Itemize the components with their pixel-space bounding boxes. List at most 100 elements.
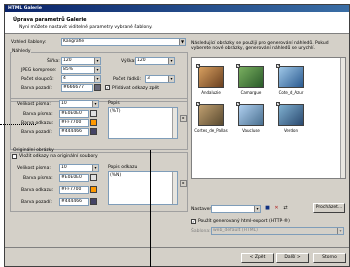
jpeg-input[interactable]: 85% ▾ [61, 66, 101, 74]
jpeg-label: JPEG komprese: [21, 68, 57, 73]
chevron-down-icon[interactable]: ▾ [94, 76, 100, 82]
thumbnail-checkbox[interactable]: ✓ [236, 64, 240, 68]
thumbnail-item[interactable]: ✓ Camargue [236, 64, 266, 95]
bg2-input[interactable]: #444466 [59, 128, 89, 136]
delete-icon[interactable]: ✕ [273, 205, 280, 212]
thumbnail-item[interactable]: ✓ Cote_d_Azur [276, 64, 306, 95]
thumbnail-caption: Cote_d_Azur [278, 90, 304, 95]
thumbnail-panel: Následující obrázky se použijí pro gener… [191, 41, 346, 235]
text2-label: Popis odkazu [108, 165, 138, 170]
height-label: Výška: [121, 59, 136, 64]
thumbnail-caption: Cortes_de_Pallas [194, 128, 228, 133]
export-label: Šablona: [191, 229, 211, 234]
chevron-down-icon[interactable]: ▾ [94, 67, 100, 73]
header-title: Úprava parametrů Galerie [13, 17, 87, 23]
scrollbar[interactable] [172, 172, 177, 204]
cols-input[interactable]: 4 ▾ [61, 75, 101, 83]
chevron-down-icon[interactable]: ▾ [92, 101, 98, 107]
chevron-down-icon[interactable]: ▼ [179, 39, 185, 45]
cancel-button[interactable]: Storno [313, 253, 346, 263]
thumbnail-checkbox[interactable]: ✓ [276, 64, 280, 68]
chevron-down-icon[interactable]: ▾ [254, 206, 260, 212]
link-textarea[interactable]: (%N) [108, 171, 178, 205]
text-label: Popis [108, 101, 120, 106]
show-link-label: Přidávat odkazy zpět [112, 86, 160, 91]
font-color-swatch[interactable] [90, 110, 97, 117]
insert-field-button-2[interactable]: ▸ [180, 180, 187, 187]
chevron-down-icon[interactable]: ▾ [168, 76, 174, 82]
thumbs-group-label: Náhledy [12, 49, 31, 54]
font-size2-input[interactable]: 10 ▾ [59, 164, 99, 172]
rows-input[interactable]: 3 ▾ [145, 75, 175, 83]
rows-label: Počet řádků: [113, 77, 142, 82]
scrollbar[interactable] [172, 108, 177, 138]
show-link-checkbox[interactable]: ✓ [105, 85, 110, 90]
orig-check-label: Vložit odkazy na originální soubory [19, 154, 98, 159]
callout-line [0, 124, 36, 125]
chevron-down-icon[interactable]: ▾ [94, 58, 100, 64]
thumbnail-checkbox[interactable]: ✓ [196, 64, 200, 68]
back-button[interactable]: < Zpět [241, 253, 274, 263]
save-select[interactable]: ▾ [211, 205, 261, 213]
link-color-swatch[interactable] [90, 119, 97, 126]
thumbnail-image [238, 104, 264, 126]
thumbnail-caption: Camargue [240, 90, 262, 95]
thumbnail-image [198, 66, 224, 88]
export-select[interactable]: web_default (HTML) ▾ [211, 227, 344, 235]
bg3-input[interactable]: #444466 [59, 198, 89, 206]
template-select[interactable]: Kaligrafie ▼ [61, 38, 186, 46]
thumbnail-caption: Verdon [284, 128, 298, 133]
height-input[interactable]: 120 ▾ [135, 57, 175, 65]
link-color2-label: Barva odkazu: [21, 188, 54, 193]
chevron-down-icon[interactable]: ▾ [168, 58, 174, 64]
thumbnail-item[interactable]: ✓ Andaluzie [196, 64, 226, 95]
thumbnail-checkbox[interactable]: ✓ [236, 102, 240, 106]
link-color2-swatch[interactable] [90, 186, 97, 193]
thumbnail-image [238, 66, 264, 88]
thumbnail-image [198, 104, 224, 126]
thumbnail-checkbox[interactable]: ✓ [196, 102, 200, 106]
thumbnail-info: Následující obrázky se použijí pro gener… [191, 41, 329, 51]
dialog-window: HTML Galerie Úprava parametrů Galerie Ny… [4, 4, 350, 267]
thumbnail-item[interactable]: ✓ Vaucluse [236, 102, 266, 133]
thumbnail-image [278, 104, 304, 126]
chevron-down-icon[interactable]: ▾ [337, 228, 343, 234]
thumbnail-image [278, 66, 304, 88]
font-size-label: Velikost písma: [17, 102, 51, 107]
template-label: Vzhled šablony: [11, 40, 47, 45]
bg-input[interactable]: #666677 [61, 84, 93, 92]
link-color2-input[interactable]: #FF7700 [59, 186, 89, 194]
bg3-swatch[interactable] [90, 198, 97, 205]
thumbnail-caption: Andaluzie [201, 90, 221, 95]
save-icon[interactable]: ■ [264, 205, 271, 212]
font-size-input[interactable]: 10 ▾ [59, 100, 99, 108]
scrollbar[interactable] [340, 58, 345, 178]
font-color2-swatch[interactable] [90, 174, 97, 181]
title-bar: HTML Galerie [5, 5, 349, 12]
width-input[interactable]: 120 ▾ [61, 57, 101, 65]
thumbnail-checkbox[interactable]: ✓ [276, 102, 280, 106]
font-color-input[interactable]: #E0E0E0 [59, 110, 89, 118]
generated-export-checkbox[interactable]: ✓ [191, 219, 196, 224]
bg2-swatch[interactable] [90, 128, 97, 135]
bg-label: Barva pozadí: [21, 86, 52, 91]
generated-export-label: Použít generovaný html-export (HTTP·®) [198, 219, 290, 224]
footer-separator [5, 247, 349, 248]
bg2-label: Barva pozadí: [21, 130, 52, 135]
next-button[interactable]: Další > [276, 253, 309, 263]
orig-checkbox[interactable] [12, 154, 17, 159]
link-color-input[interactable]: #FF7700 [59, 119, 89, 127]
browse-button[interactable]: Procházet... [313, 203, 345, 213]
cols-label: Počet sloupců: [21, 77, 54, 82]
thumbnail-item[interactable]: ✓ Cortes_de_Pallas [194, 102, 228, 133]
thumbnail-item[interactable]: ✓ Verdon [276, 102, 306, 133]
insert-field-button[interactable]: ▸ [180, 115, 187, 122]
chevron-down-icon[interactable]: ▾ [92, 165, 98, 171]
rename-icon[interactable]: ⇄ [282, 205, 289, 212]
font-color-label: Barva písma: [23, 112, 53, 117]
font-color2-input[interactable]: #E0E0E0 [59, 174, 89, 182]
thumbnail-list[interactable]: ✓ Andaluzie ✓ Camargue ✓ Cote_d_Azur ✓ Corte… [191, 57, 346, 179]
callout-line [150, 150, 151, 267]
bg-swatch[interactable] [94, 84, 101, 91]
caption-textarea[interactable]: (%T) [108, 107, 178, 139]
